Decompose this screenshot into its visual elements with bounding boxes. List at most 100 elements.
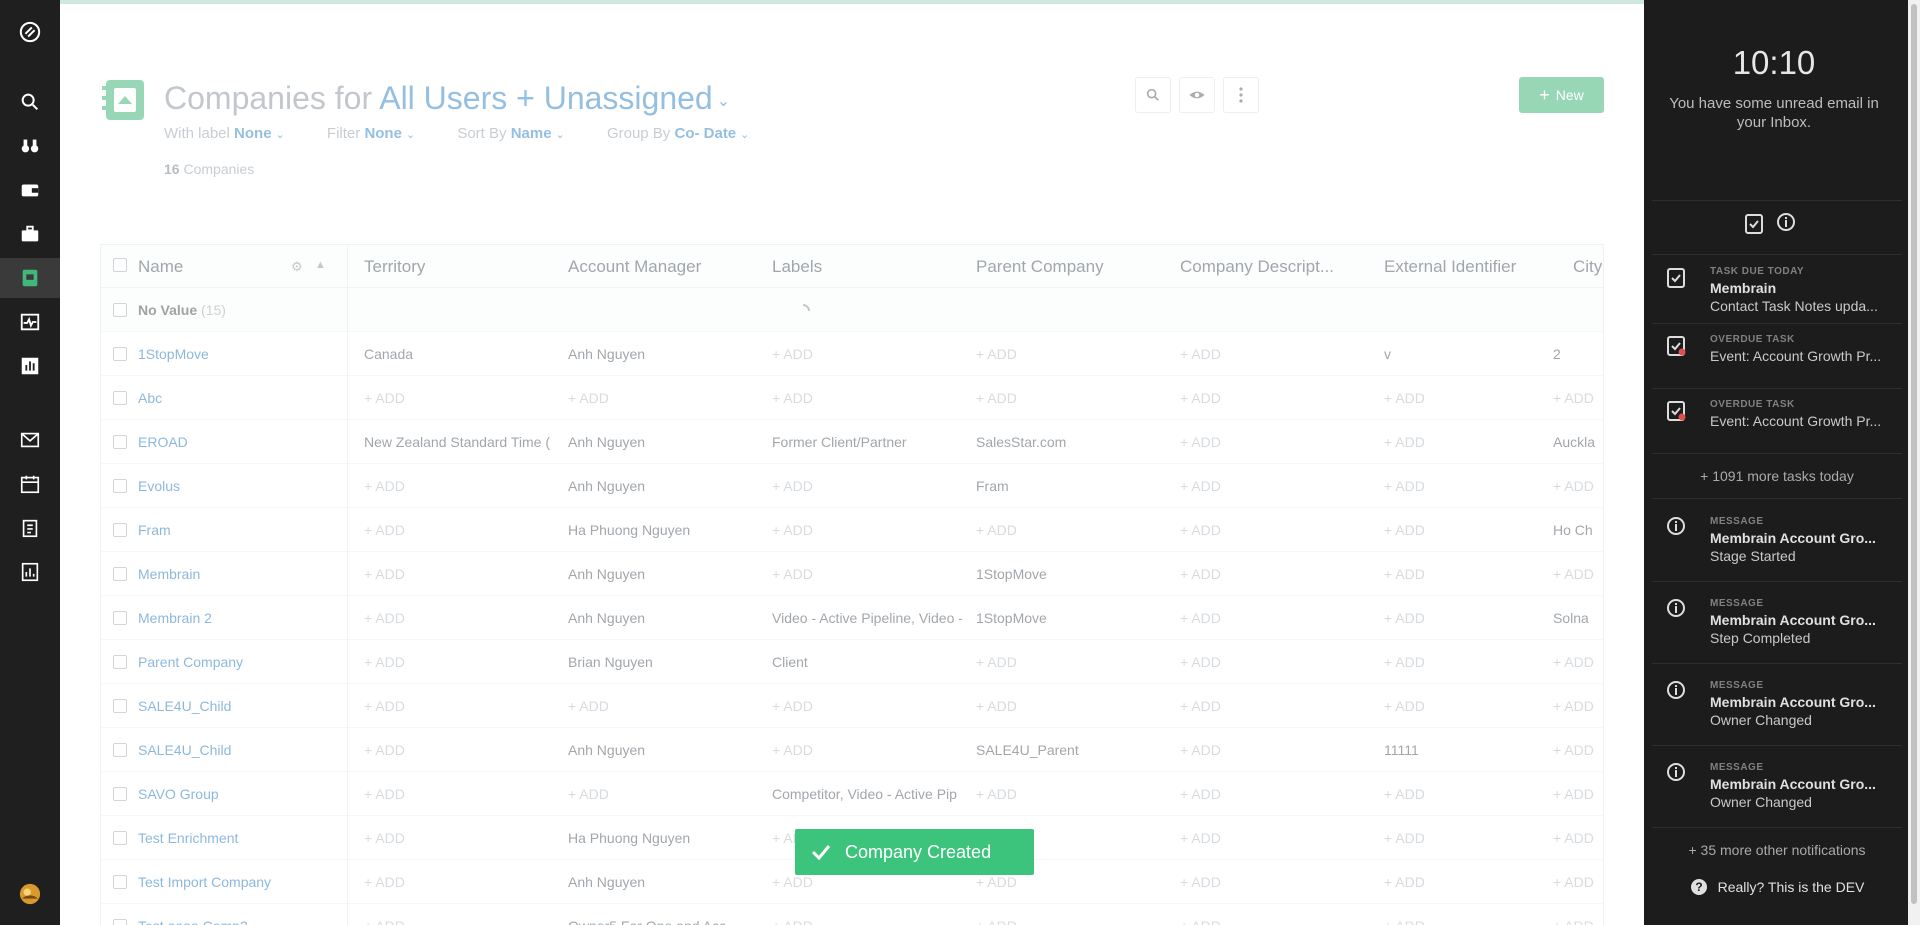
- table-cell[interactable]: 2: [1553, 346, 1603, 362]
- table-row[interactable]: Fram + ADD Ha Phuong Nguyen + ADD + ADD + ADD…: [101, 508, 1603, 552]
- company-name-link[interactable]: SALE4U_Child: [138, 698, 338, 714]
- task-notification[interactable]: TASK DUE TODAY Membrain Contact Task Notes…: [1652, 256, 1902, 324]
- table-cell[interactable]: + ADD: [1180, 566, 1370, 582]
- table-cell[interactable]: + ADD: [1553, 830, 1603, 846]
- table-cell[interactable]: + ADD: [772, 346, 962, 362]
- table-row[interactable]: SAVO Group + ADD + ADD Competitor, Video - …: [101, 772, 1603, 816]
- table-cell[interactable]: + ADD: [1553, 918, 1603, 925]
- table-cell[interactable]: + ADD: [772, 874, 962, 890]
- more-tasks-link[interactable]: + 1091 more tasks today: [1652, 468, 1902, 484]
- table-cell[interactable]: + ADD: [364, 874, 554, 890]
- company-name-link[interactable]: Test aaaa Comp2: [138, 918, 338, 925]
- info-tab-icon[interactable]: [1776, 212, 1796, 232]
- table-cell[interactable]: + ADD: [772, 742, 962, 758]
- table-row[interactable]: Membrain + ADD Anh Nguyen + ADD 1StopMove + A…: [101, 552, 1603, 596]
- table-cell[interactable]: Competitor, Video - Active Pip: [772, 786, 962, 802]
- table-cell[interactable]: + ADD: [364, 698, 554, 714]
- table-cell[interactable]: + ADD: [976, 654, 1166, 670]
- table-cell[interactable]: Anh Nguyen: [568, 874, 758, 890]
- table-cell[interactable]: + ADD: [976, 390, 1166, 406]
- row-checkbox[interactable]: [113, 919, 127, 925]
- column-header-external-identifier[interactable]: External Identifier: [1384, 257, 1516, 277]
- table-cell[interactable]: 1StopMove: [976, 566, 1166, 582]
- tasks-tab-icon[interactable]: [1744, 212, 1764, 234]
- table-cell[interactable]: + ADD: [1553, 874, 1603, 890]
- table-cell[interactable]: + ADD: [1384, 610, 1544, 626]
- table-cell[interactable]: Anh Nguyen: [568, 434, 758, 450]
- new-button[interactable]: + New: [1519, 77, 1604, 113]
- table-cell[interactable]: + ADD: [1384, 478, 1544, 494]
- table-cell[interactable]: + ADD: [1553, 742, 1603, 758]
- table-row[interactable]: Test aaaa Comp2 + ADD Owner5 For One and A…: [101, 904, 1603, 925]
- table-row[interactable]: SALE4U_Child + ADD + ADD + ADD + ADD + ADD + A…: [101, 684, 1603, 728]
- row-checkbox[interactable]: [113, 611, 127, 625]
- table-cell[interactable]: + ADD: [1180, 522, 1370, 538]
- table-cell[interactable]: + ADD: [976, 698, 1166, 714]
- chevron-down-icon[interactable]: ⌄: [717, 93, 730, 110]
- row-checkbox[interactable]: [113, 479, 127, 493]
- table-cell[interactable]: + ADD: [1180, 874, 1370, 890]
- search-button[interactable]: [1135, 77, 1171, 113]
- table-cell[interactable]: + ADD: [1384, 522, 1544, 538]
- more-notifications-link[interactable]: + 35 more other notifications: [1652, 842, 1902, 858]
- table-cell[interactable]: + ADD: [364, 654, 554, 670]
- table-cell[interactable]: + ADD: [364, 786, 554, 802]
- table-cell[interactable]: + ADD: [1180, 390, 1370, 406]
- company-name-link[interactable]: Fram: [138, 522, 338, 538]
- inbox-message[interactable]: You have some unread email in your Inbox…: [1664, 94, 1884, 132]
- filter-dropdown[interactable]: Filter None ⌄: [327, 125, 415, 142]
- column-header-account-manager[interactable]: Account Manager: [568, 257, 701, 277]
- table-cell[interactable]: + ADD: [1553, 390, 1603, 406]
- table-cell[interactable]: Fram: [976, 478, 1166, 494]
- clipboard-icon[interactable]: [0, 508, 60, 548]
- table-cell[interactable]: Canada: [364, 346, 554, 362]
- company-name-link[interactable]: Evolus: [138, 478, 338, 494]
- table-cell[interactable]: Ha Phuong Nguyen: [568, 522, 758, 538]
- table-cell[interactable]: + ADD: [1384, 390, 1544, 406]
- sort-dropdown[interactable]: Sort By Name ⌄: [457, 125, 564, 142]
- table-cell[interactable]: + ADD: [1384, 566, 1544, 582]
- company-name-link[interactable]: Test Enrichment: [138, 830, 338, 846]
- company-name-link[interactable]: SALE4U_Child: [138, 742, 338, 758]
- table-cell[interactable]: + ADD: [976, 522, 1166, 538]
- table-cell[interactable]: + ADD: [772, 918, 962, 925]
- column-header-territory[interactable]: Territory: [364, 257, 425, 277]
- table-cell[interactable]: + ADD: [364, 478, 554, 494]
- avatar[interactable]: [0, 874, 60, 914]
- wallet-icon[interactable]: [0, 170, 60, 210]
- table-cell[interactable]: + ADD: [1180, 610, 1370, 626]
- column-header-name[interactable]: Name: [138, 257, 183, 277]
- task-notification[interactable]: OVERDUE TASK Event: Account Growth Pr...: [1652, 324, 1902, 389]
- gear-icon[interactable]: ⚙: [291, 259, 303, 275]
- message-notification[interactable]: MESSAGE Membrain Account Gro... Stage Star…: [1652, 500, 1902, 582]
- task-notification[interactable]: OVERDUE TASK Event: Account Growth Pr...: [1652, 389, 1902, 454]
- table-cell[interactable]: + ADD: [1384, 786, 1544, 802]
- more-options-button[interactable]: [1223, 77, 1259, 113]
- table-cell[interactable]: + ADD: [1384, 654, 1544, 670]
- table-cell[interactable]: + ADD: [1384, 698, 1544, 714]
- scrollbar[interactable]: [1908, 0, 1920, 925]
- company-name-link[interactable]: Parent Company: [138, 654, 338, 670]
- table-cell[interactable]: + ADD: [976, 346, 1166, 362]
- table-row[interactable]: Abc + ADD + ADD + ADD + ADD + ADD + ADD + ADD: [101, 376, 1603, 420]
- row-checkbox[interactable]: [113, 391, 127, 405]
- group-checkbox[interactable]: [113, 303, 127, 317]
- group-dropdown[interactable]: Group By Co- Date ⌄: [607, 125, 749, 142]
- dev-help-link[interactable]: ? Really? This is the DEV: [1652, 878, 1902, 896]
- table-cell[interactable]: SalesStar.com: [976, 434, 1166, 450]
- table-cell[interactable]: + ADD: [976, 786, 1166, 802]
- scope-dropdown[interactable]: All Users + Unassigned: [379, 80, 712, 116]
- table-cell[interactable]: + ADD: [568, 786, 758, 802]
- row-checkbox[interactable]: [113, 831, 127, 845]
- table-cell[interactable]: + ADD: [1384, 434, 1544, 450]
- table-cell[interactable]: + ADD: [568, 698, 758, 714]
- table-cell[interactable]: + ADD: [568, 390, 758, 406]
- table-row[interactable]: Parent Company + ADD Brian Nguyen Client + A…: [101, 640, 1603, 684]
- table-cell[interactable]: + ADD: [1180, 434, 1370, 450]
- chart-icon[interactable]: [0, 346, 60, 386]
- table-cell[interactable]: Auckla: [1553, 434, 1603, 450]
- table-cell[interactable]: + ADD: [1384, 918, 1544, 925]
- table-cell[interactable]: v: [1384, 346, 1544, 362]
- company-name-link[interactable]: SAVO Group: [138, 786, 338, 802]
- table-cell[interactable]: New Zealand Standard Time (: [364, 434, 554, 450]
